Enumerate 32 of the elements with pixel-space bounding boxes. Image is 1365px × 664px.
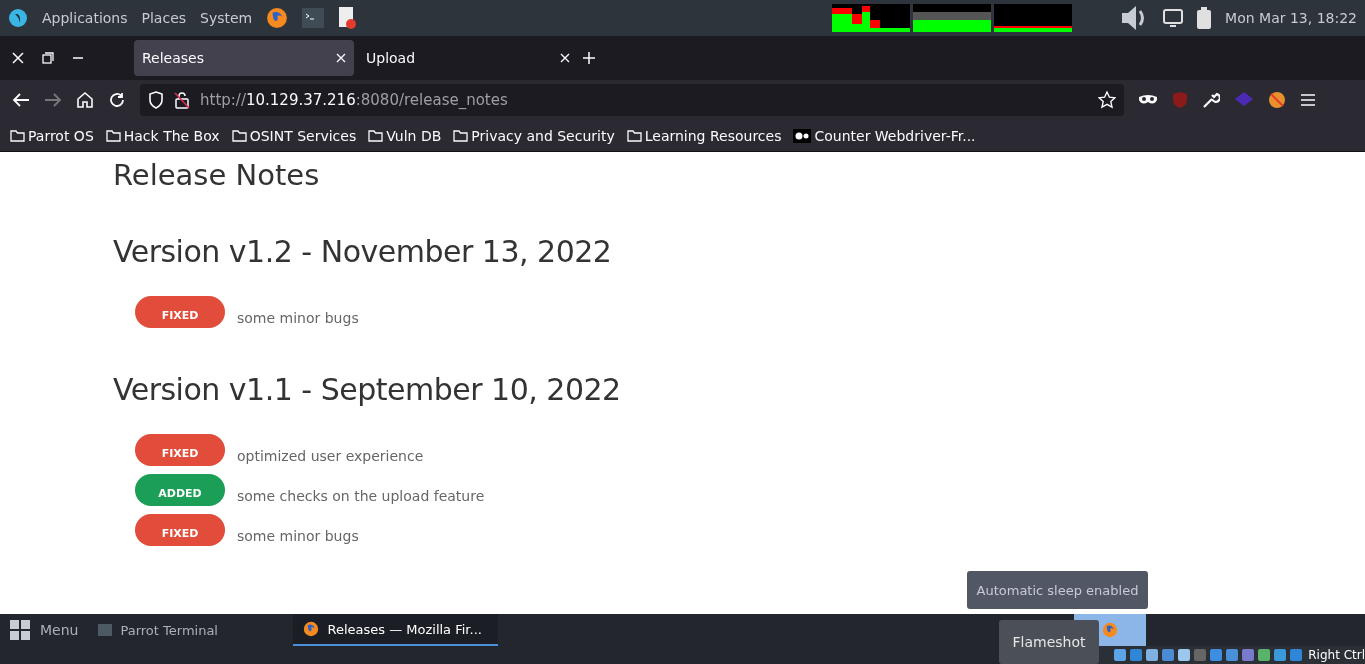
status-tag: FIXED [135,434,225,466]
bookmark-link[interactable]: Vuln DB [386,127,442,144]
taskbar-window[interactable]: Parrot Terminal [88,614,294,646]
bookmark-link[interactable]: OSINT Services [249,127,357,144]
status-tag: FIXED [135,296,225,328]
tooltip: Flameshot [999,620,1099,664]
bookmark-link[interactable]: Learning Resources [644,127,782,144]
change-text: some checks on the upload feature [237,487,485,504]
panel-menu[interactable]: Places [141,10,187,26]
address-bar[interactable]: http://10.129.37.216:8080/release_notes [140,84,1124,116]
menu-button[interactable]: Menu [0,614,89,646]
notification-popup: Automatic sleep enabled [967,571,1148,609]
version-heading: Version v1.1 - September 10, 2022 [113,372,622,409]
bookmark-link[interactable]: Counter Webdriver-Fr... [814,127,976,144]
bookmark-link[interactable]: Privacy and Security [471,127,615,144]
change-text: some minor bugs [237,309,359,326]
version-heading: Version v1.2 - November 13, 2022 [113,234,613,271]
panel-menu[interactable]: Applications [42,10,128,26]
bookmark-link[interactable]: Parrot OS [28,127,94,144]
status-tag: ADDED [135,474,225,506]
clock: Mon Mar 13, 18:22 [1225,10,1357,26]
browser-tab[interactable]: Releases [134,40,354,76]
panel-menu[interactable]: System [200,10,253,26]
keyboard-hint: Right Ctrl [1308,648,1365,662]
status-tag: FIXED [135,514,225,546]
browser-tab[interactable]: Upload [358,40,578,76]
change-text: some minor bugs [237,527,359,544]
taskbar-window[interactable]: Releases — Mozilla Fir... [293,614,499,646]
url-text: http://10.129.37.216:8080/release_notes [200,91,508,109]
bookmark-link[interactable]: Hack The Box [123,127,220,144]
page-title: Release Notes [113,157,321,194]
change-text: optimized user experience [237,447,424,464]
